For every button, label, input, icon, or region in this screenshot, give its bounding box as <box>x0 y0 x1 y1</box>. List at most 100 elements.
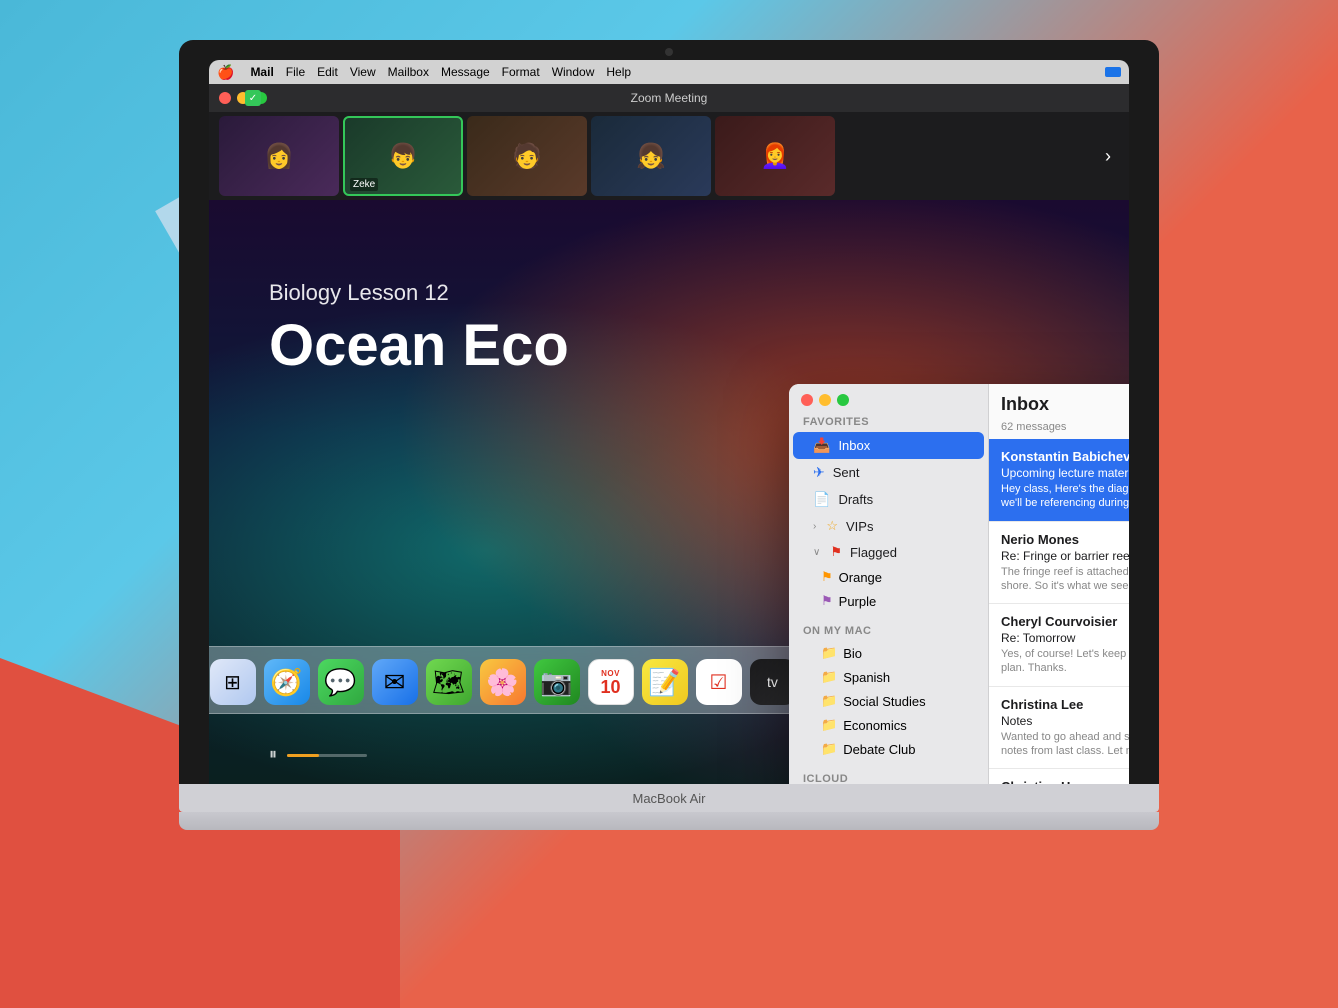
social-studies-folder-icon: 📁 <box>821 693 837 709</box>
msg-0-subject: Upcoming lecture material <box>1001 466 1129 480</box>
menu-item-message[interactable]: Message <box>441 65 490 79</box>
flagged-expand-arrow: ∨ <box>813 547 820 558</box>
msg-3-subject: Notes <box>1001 714 1129 728</box>
sidebar-item-vips[interactable]: › ☆ VIPs <box>793 513 984 539</box>
dock-item-reminders[interactable]: ☑ <box>694 657 744 707</box>
macbook-chin <box>179 812 1159 830</box>
maps-icon: 🗺 <box>426 659 472 705</box>
video-thumb-zeke-label: Zeke <box>350 178 378 191</box>
menu-item-window[interactable]: Window <box>552 65 595 79</box>
sidebar-debate-club-label: Debate Club <box>843 742 915 757</box>
sidebar-flagged-label: Flagged <box>850 545 897 560</box>
menu-item-view[interactable]: View <box>350 65 376 79</box>
progress-fill <box>287 754 319 757</box>
video-thumb-3[interactable]: 🧑 <box>467 116 587 196</box>
sidebar-item-purple[interactable]: ⚑ Purple <box>793 589 984 613</box>
msg-0-from: Konstantin Babichev <box>1001 449 1129 464</box>
msg-1-subject: Re: Fringe or barrier reef? <box>1001 549 1129 563</box>
menu-item-file[interactable]: File <box>286 65 305 79</box>
msg-1-from: Nerio Mones <box>1001 532 1079 547</box>
reminders-icon: ☑ <box>696 659 742 705</box>
dock-item-launchpad[interactable]: ⊞ <box>209 657 258 707</box>
msg-2-from: Cheryl Courvoisier <box>1001 614 1117 629</box>
dock-item-maps[interactable]: 🗺 <box>424 657 474 707</box>
menu-item-mail[interactable]: Mail <box>250 65 273 79</box>
sidebar-folder-debate-club[interactable]: 📁 Debate Club <box>793 737 984 761</box>
macbook: 🍎 Mail File Edit View Mailbox Message Fo… <box>179 40 1159 830</box>
macbook-model-name: MacBook Air <box>633 791 706 806</box>
mail-message-4[interactable]: Christine Huang 11/07/20 Debate club - r… <box>989 769 1129 784</box>
msg-3-from: Christina Lee <box>1001 697 1083 712</box>
menu-item-help[interactable]: Help <box>606 65 631 79</box>
sidebar-folder-economics[interactable]: 📁 Economics <box>793 713 984 737</box>
vips-star-icon: ☆ <box>826 518 838 534</box>
dock-item-messages[interactable]: 💬 <box>316 657 366 707</box>
menu-item-edit[interactable]: Edit <box>317 65 338 79</box>
video-thumb-1[interactable]: 👩 <box>219 116 339 196</box>
sidebar-spanish-label: Spanish <box>843 670 890 685</box>
msg-1-preview: The fringe reef is attached to the shore… <box>1001 565 1129 594</box>
slide-subtitle: Biology Lesson 12 <box>269 280 569 306</box>
video-thumb-zeke[interactable]: 👦 Zeke <box>343 116 463 196</box>
msg-2-subject: Re: Tomorrow <box>1001 631 1129 645</box>
zoom-titlebar: ✓ Zoom Meeting <box>209 84 1129 112</box>
mail-message-1[interactable]: Nerio Mones 8:49 AM Re: Fringe or barrie… <box>989 522 1129 605</box>
sidebar-item-drafts[interactable]: 📄 Drafts <box>793 486 984 513</box>
vips-expand-arrow: › <box>813 521 816 532</box>
menu-item-format[interactable]: Format <box>502 65 540 79</box>
mail-message-0[interactable]: Konstantin Babichev 9:15 AM Upcoming lec… <box>989 439 1129 522</box>
menu-item-mailbox[interactable]: Mailbox <box>388 65 429 79</box>
sidebar-item-sent[interactable]: ✈ Sent <box>793 459 984 486</box>
dock-item-safari[interactable]: 🧭 <box>262 657 312 707</box>
sidebar-folder-social-studies[interactable]: 📁 Social Studies <box>793 689 984 713</box>
inbox-count: 62 messages <box>989 421 1129 439</box>
zoom-window-title: Zoom Meeting <box>631 91 708 105</box>
video-thumb-5[interactable]: 👩‍🦰 <box>715 116 835 196</box>
slide-controls: ⏸ <box>269 746 367 764</box>
mail-tl-green[interactable] <box>837 394 849 406</box>
on-my-mac-header: On My Mac <box>789 621 988 641</box>
dock-item-mail[interactable]: ✉ <box>370 657 420 707</box>
sidebar-folder-spanish[interactable]: 📁 Spanish <box>793 665 984 689</box>
mail-tl-yellow[interactable] <box>819 394 831 406</box>
mail-message-3[interactable]: Christina Lee Yesterday Notes Wanted to … <box>989 687 1129 770</box>
zoom-thumbnails: 👩 👦 Zeke 🧑 👧 👩‍🦰 › <box>209 112 1129 200</box>
zoom-next-button[interactable]: › <box>1097 146 1119 167</box>
favorites-header: Favorites <box>789 412 988 432</box>
traffic-light-red[interactable] <box>219 92 231 104</box>
flagged-icon: ⚑ <box>830 544 842 560</box>
spanish-folder-icon: 📁 <box>821 669 837 685</box>
sidebar-folder-bio[interactable]: 📁 Bio <box>793 641 984 665</box>
mail-message-list: Inbox ◉ 62 messages Konstantin Babichev … <box>989 384 1129 784</box>
dock-item-photos[interactable]: 🌸 <box>478 657 528 707</box>
zoom-menubar-icon <box>1105 67 1121 77</box>
menubar: 🍎 Mail File Edit View Mailbox Message Fo… <box>209 60 1129 84</box>
dock-item-notes[interactable]: 📝 <box>640 657 690 707</box>
bio-folder-icon: 📁 <box>821 645 837 661</box>
dock-item-calendar[interactable]: NOV 10 <box>586 657 636 707</box>
mail-message-2[interactable]: Cheryl Courvoisier Yesterday Re: Tomorro… <box>989 604 1129 687</box>
zoom-shield-icon: ✓ <box>245 90 261 106</box>
msg-3-preview: Wanted to go ahead and share some notes … <box>1001 730 1129 759</box>
notes-icon: 📝 <box>642 659 688 705</box>
sidebar-item-inbox[interactable]: 📥 Inbox <box>793 432 984 459</box>
sidebar-orange-label: Orange <box>839 570 882 585</box>
camera-notch <box>665 48 673 56</box>
icloud-header: iCloud <box>789 769 988 784</box>
dock-item-facetime[interactable]: 📷 <box>532 657 582 707</box>
video-thumb-4[interactable]: 👧 <box>591 116 711 196</box>
msg-4-from: Christine Huang <box>1001 779 1101 784</box>
messages-icon: 💬 <box>318 659 364 705</box>
mail-sidebar: Favorites 📥 Inbox ✈ Sent 📄 Drafts › <box>789 384 989 784</box>
apple-menu-icon[interactable]: 🍎 <box>217 64 234 81</box>
facetime-icon: 📷 <box>534 659 580 705</box>
sidebar-drafts-label: Drafts <box>838 492 873 507</box>
pause-button[interactable]: ⏸ <box>269 746 277 764</box>
sidebar-bio-label: Bio <box>843 646 862 661</box>
sent-icon: ✈ <box>813 464 825 481</box>
msg-2-preview: Yes, of course! Let's keep that as the p… <box>1001 647 1129 676</box>
safari-icon: 🧭 <box>264 659 310 705</box>
mail-tl-red[interactable] <box>801 394 813 406</box>
sidebar-item-flagged[interactable]: ∨ ⚑ Flagged <box>793 539 984 565</box>
sidebar-item-orange[interactable]: ⚑ Orange <box>793 565 984 589</box>
